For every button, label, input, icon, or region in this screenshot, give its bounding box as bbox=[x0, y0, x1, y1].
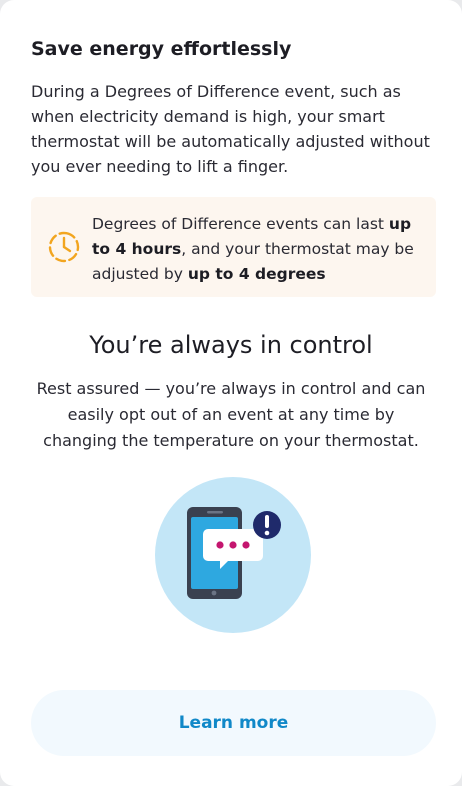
energy-info-card: Save energy effortlessly During a Degree… bbox=[0, 0, 462, 786]
intro-text: During a Degrees of Difference event, su… bbox=[31, 82, 430, 176]
phone-notification-icon bbox=[155, 477, 311, 633]
control-body-text: Rest assured — you’re always in control … bbox=[36, 379, 426, 450]
callout-text: Degrees of Difference events can last up… bbox=[92, 215, 414, 283]
timer-clock-icon bbox=[48, 231, 80, 263]
control-heading: You’re always in control bbox=[89, 331, 373, 359]
callout-bold-degrees: up to 4 degrees bbox=[187, 265, 326, 283]
learn-more-button[interactable]: Learn more bbox=[31, 690, 436, 756]
event-duration-callout: Degrees of Difference events can last up… bbox=[31, 197, 436, 297]
card-title: Save energy effortlessly bbox=[31, 38, 292, 60]
